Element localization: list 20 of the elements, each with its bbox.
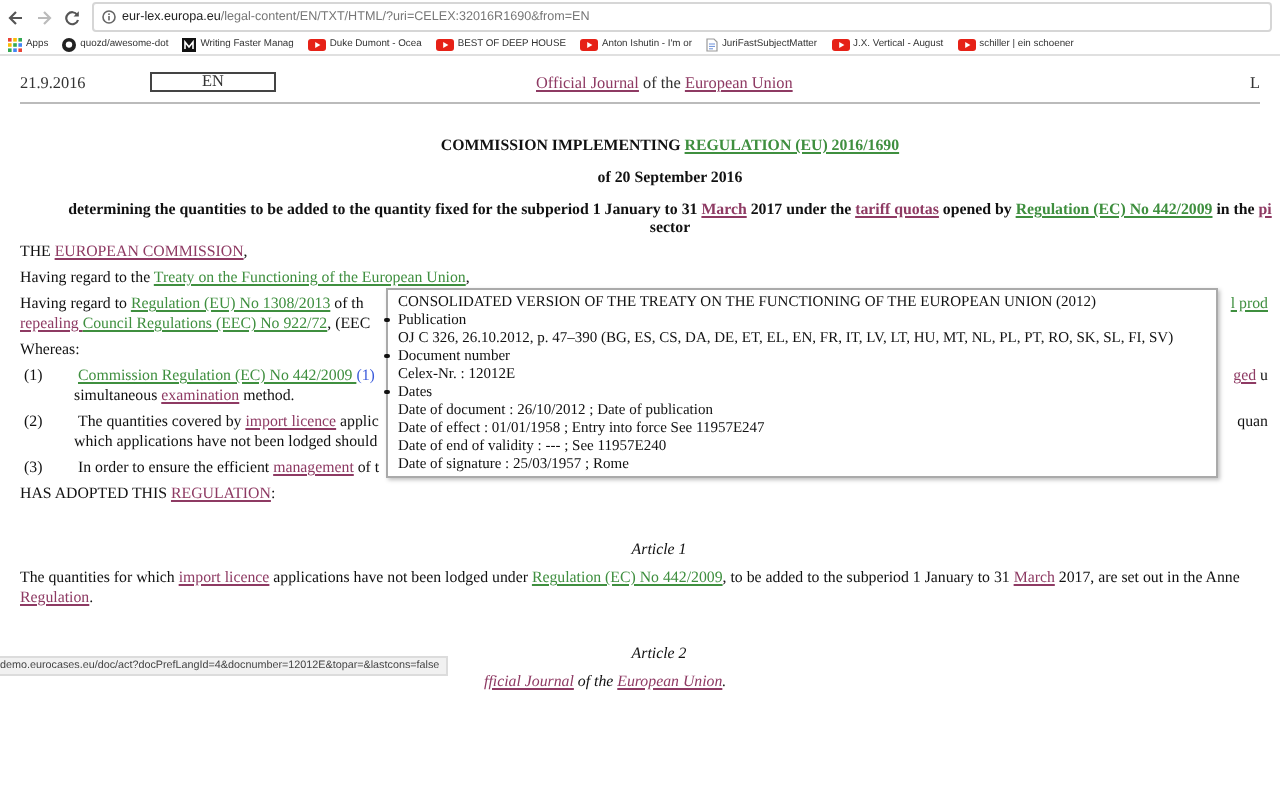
bullet-icon [384,317,390,323]
bullet-icon [384,389,390,395]
video-logo-icon [435,37,454,51]
video-logo-icon [957,37,976,51]
bullet-icon [384,353,390,359]
term-link[interactable]: European Union [684,73,793,91]
term-link[interactable]: Official Journal [536,73,639,91]
back-icon[interactable] [8,9,24,25]
language-box: EN [150,72,276,92]
info-icon [102,10,116,24]
square-logo-icon [182,37,197,51]
video-logo-icon [831,37,850,51]
reload-icon[interactable] [64,9,80,25]
publication-date: 21.9.2016 [20,73,88,91]
journal-title: Official Journal of the European Union [536,73,793,91]
video-logo-icon [307,37,326,51]
page-reference: L [1249,73,1260,91]
apps-icon [8,37,22,51]
video-logo-icon [580,37,598,51]
document-icon [705,37,718,51]
